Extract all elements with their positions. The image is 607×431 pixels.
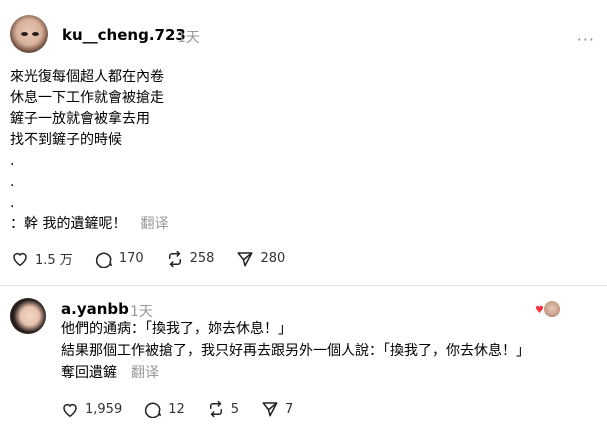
comment-button[interactable]: 12 [144,400,185,418]
comment-count: 170 [118,251,144,266]
like-button[interactable]: 1.5 万 [11,249,73,268]
heart-icon [13,252,27,267]
post-body: 來光復每個超人都在內卷 休息一下工作就會被搶走 鏟子一放就會被拿去用 找不到鏟子… [10,67,168,235]
share-button[interactable]: 280 [236,250,285,268]
comment-button[interactable]: 170 [95,250,144,268]
share-count: 280 [260,251,286,266]
repost-icon [209,400,222,418]
post-line-last: ：幹 我的遺鏟呢！ 翻译 [10,214,168,235]
comment-icon [95,252,112,268]
main-post: ku__cheng.723 1天 ··· 來光復每個超人都在內卷 休息一下工作就… [0,0,607,290]
translate-link[interactable]: 翻译 [140,216,168,232]
post-line: ：幹 我的遺鏟呢！ [10,216,127,232]
avatar[interactable] [10,15,48,53]
post-line: 找不到鏟子的時候 [10,132,122,148]
author-mini-avatar [544,301,560,317]
post-line: 來光復每個超人都在內卷 [10,69,164,85]
repost-button[interactable]: 258 [166,250,215,268]
repost-count: 258 [189,251,215,266]
post-line: . [10,195,15,211]
avatar-eye [21,32,28,36]
more-options-button[interactable]: ··· [577,30,595,49]
like-button[interactable]: 1,959 [61,401,122,418]
share-count: 7 [285,401,294,417]
repost-button[interactable]: 5 [207,400,239,418]
reply-body: 他們的通病：「換我了，妳去休息！」 結果那個工作被搶了，我只好再去跟另外一個人說… [61,318,530,384]
translate-link[interactable]: 翻译 [131,365,159,381]
post-line: . [10,174,15,190]
like-count: 1,959 [85,401,123,417]
post-line: 休息一下工作就會被搶走 [10,90,164,106]
post-username[interactable]: ku__cheng.723 [62,26,186,44]
post-time: 1天 [177,30,200,46]
comment-icon [145,402,162,418]
repost-icon [168,250,181,267]
post-actions: 1.5 万 170 258 280 [11,249,307,268]
reply-line: 奪回遺鏟 [61,365,117,381]
send-icon [237,251,253,266]
reply-avatar[interactable] [10,298,46,334]
heart-icon: ♥ [535,305,544,316]
comment-count: 12 [168,401,185,417]
reply-line: 他們的通病：「換我了，妳去休息！」 [61,321,292,337]
reply-line: 結果那個工作被搶了，我只好再去跟另外一個人說：「換我了，你去休息！」 [61,343,530,359]
reply-username[interactable]: a.yanbb [61,300,129,318]
send-icon [262,402,278,417]
reply-line-last: 奪回遺鏟 翻译 [61,362,530,384]
divider [0,285,607,286]
like-count: 1.5 万 [35,253,73,268]
post-line: 鏟子一放就會被拿去用 [10,111,150,127]
post-line: . [10,153,15,169]
liked-by-author: ♥ [535,301,565,317]
repost-count: 5 [230,401,240,417]
avatar-eye [32,32,39,36]
reply-actions: 1,959 12 5 7 [61,400,315,418]
share-button[interactable]: 7 [261,400,293,418]
heart-icon [63,403,77,417]
